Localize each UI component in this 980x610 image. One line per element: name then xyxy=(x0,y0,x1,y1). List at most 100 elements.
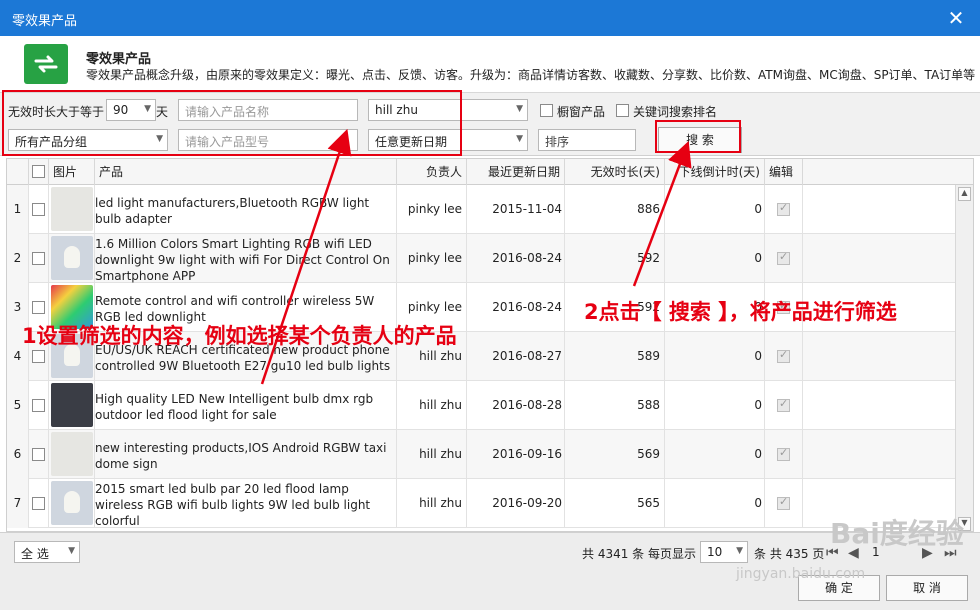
product-thumbnail[interactable] xyxy=(51,481,93,525)
sort-input[interactable]: 排序 xyxy=(538,129,636,151)
keyword-rank-checkbox[interactable] xyxy=(616,104,629,117)
chevron-down-icon: ▼ xyxy=(736,546,743,556)
window-product-checkbox[interactable] xyxy=(540,104,553,117)
product-name[interactable]: new interesting products,IOS Android RGB… xyxy=(95,430,397,479)
header-countdown: 下线倒计时(天) xyxy=(665,159,765,185)
watermark-brand: Bai度经验 xyxy=(830,517,964,550)
table-row[interactable]: 2 1.6 Million Colors Smart Lighting RGB w… xyxy=(7,234,955,283)
product-name[interactable]: 2015 smart led bulb par 20 led flood lam… xyxy=(95,479,397,528)
duration-cell: 886 xyxy=(565,185,665,234)
product-name[interactable]: High quality LED New Intelligent bulb dm… xyxy=(95,381,397,430)
owner-cell: pinky lee xyxy=(397,234,467,283)
row-select-cell xyxy=(29,430,49,479)
filter-highlight-box xyxy=(2,90,462,156)
product-name[interactable]: 1.6 Million Colors Smart Lighting RGB wi… xyxy=(95,234,397,283)
update-date-cell: 2016-09-20 xyxy=(467,479,565,528)
per-page-select[interactable]: 10 ▼ xyxy=(700,541,748,563)
update-date-cell: 2016-09-16 xyxy=(467,430,565,479)
update-date-cell: 2015-11-04 xyxy=(467,185,565,234)
owner-cell: hill zhu xyxy=(397,430,467,479)
cancel-button[interactable]: 取 消 xyxy=(886,575,968,601)
duration-cell: 588 xyxy=(565,381,665,430)
product-thumbnail[interactable] xyxy=(51,383,93,427)
countdown-cell: 0 xyxy=(665,479,765,528)
per-page-label: 每页显示 xyxy=(648,547,697,561)
product-name-text: 1.6 Million Colors Smart Lighting RGB wi… xyxy=(95,236,390,283)
owner-cell: pinky lee xyxy=(397,185,467,234)
table-row[interactable]: 6 new interesting products,IOS Android RG… xyxy=(7,430,955,479)
chevron-down-icon: ▼ xyxy=(516,104,523,114)
keyword-rank-label: 关键词搜索排名 xyxy=(633,105,718,119)
window-titlebar: 零效果产品 ✕ xyxy=(0,0,980,36)
edit-checkbox[interactable] xyxy=(777,397,790,412)
duration-cell: 589 xyxy=(565,332,665,381)
countdown-cell: 0 xyxy=(665,185,765,234)
row-checkbox[interactable] xyxy=(32,350,45,363)
row-image-cell xyxy=(49,234,95,283)
chevron-down-icon: ▼ xyxy=(68,546,75,556)
product-thumbnail[interactable] xyxy=(51,187,93,231)
table-row[interactable]: 7 2015 smart led bulb par 20 led flood la… xyxy=(7,479,955,528)
row-checkbox[interactable] xyxy=(32,252,45,265)
page-header: 零效果产品 零效果产品概念升级，由原来的零效果定义：曝光、点击、反馈、访客。升级… xyxy=(0,36,980,92)
row-image-cell xyxy=(49,430,95,479)
select-all-value: 全 选 xyxy=(21,547,49,561)
duration-cell: 569 xyxy=(565,430,665,479)
edit-cell xyxy=(765,430,803,479)
row-number: 7 xyxy=(7,479,29,528)
product-name-text: High quality LED New Intelligent bulb dm… xyxy=(95,391,374,422)
header-select-cell xyxy=(29,159,49,185)
table-row[interactable]: 5 High quality LED New Intelligent bulb d… xyxy=(7,381,955,430)
watermark-url: jingyan.baidu.com xyxy=(736,566,866,582)
countdown-cell: 0 xyxy=(665,430,765,479)
row-select-cell xyxy=(29,234,49,283)
row-select-cell xyxy=(29,479,49,528)
row-checkbox[interactable] xyxy=(32,448,45,461)
product-thumbnail[interactable] xyxy=(51,236,93,280)
page-count: 条 共 435 页 xyxy=(754,547,825,561)
edit-checkbox[interactable] xyxy=(777,348,790,363)
update-date-cell: 2016-08-28 xyxy=(467,381,565,430)
row-checkbox[interactable] xyxy=(32,203,45,216)
chevron-down-icon: ▼ xyxy=(516,134,523,144)
select-all-checkbox[interactable] xyxy=(32,165,45,178)
header-corner xyxy=(7,159,29,185)
edit-checkbox[interactable] xyxy=(777,250,790,265)
product-thumbnail[interactable] xyxy=(51,432,93,476)
select-all-dropdown[interactable]: 全 选 ▼ xyxy=(14,541,80,563)
total-count: 共 4341 条 xyxy=(582,547,645,561)
duration-cell: 565 xyxy=(565,479,665,528)
row-number: 5 xyxy=(7,381,29,430)
row-number: 6 xyxy=(7,430,29,479)
owner-cell: hill zhu xyxy=(397,381,467,430)
edit-cell xyxy=(765,381,803,430)
edit-cell xyxy=(765,185,803,234)
vertical-scrollbar[interactable]: ▲ ▼ xyxy=(955,185,973,531)
row-number: 2 xyxy=(7,234,29,283)
row-checkbox[interactable] xyxy=(32,301,45,314)
window-product-label: 橱窗产品 xyxy=(557,105,606,119)
row-select-cell xyxy=(29,381,49,430)
window-title: 零效果产品 xyxy=(12,14,78,29)
header-duration: 无效时长(天) xyxy=(565,159,665,185)
table-header: 图片 产品 负责人 最近更新日期 无效时长(天) 下线倒计时(天) 编辑 xyxy=(7,159,973,185)
header-image: 图片 xyxy=(49,159,95,185)
table-row[interactable]: 1 led light manufacturers,Bluetooth RGBW … xyxy=(7,185,955,234)
refresh-icon xyxy=(24,44,68,84)
row-checkbox[interactable] xyxy=(32,399,45,412)
update-date-cell: 2016-08-27 xyxy=(467,332,565,381)
edit-checkbox[interactable] xyxy=(777,495,790,510)
header-edit: 编辑 xyxy=(765,159,803,185)
edit-checkbox[interactable] xyxy=(777,446,790,461)
edit-checkbox[interactable] xyxy=(777,201,790,216)
product-name-text: led light manufacturers,Bluetooth RGBW l… xyxy=(95,195,370,226)
close-icon[interactable]: ✕ xyxy=(946,6,966,30)
countdown-cell: 0 xyxy=(665,332,765,381)
header-product: 产品 xyxy=(95,159,397,185)
duration-cell: 592 xyxy=(565,234,665,283)
edit-cell xyxy=(765,479,803,528)
scroll-up-icon[interactable]: ▲ xyxy=(958,187,971,201)
row-checkbox[interactable] xyxy=(32,497,45,510)
per-page-value: 10 xyxy=(707,545,723,559)
product-name[interactable]: led light manufacturers,Bluetooth RGBW l… xyxy=(95,185,397,234)
